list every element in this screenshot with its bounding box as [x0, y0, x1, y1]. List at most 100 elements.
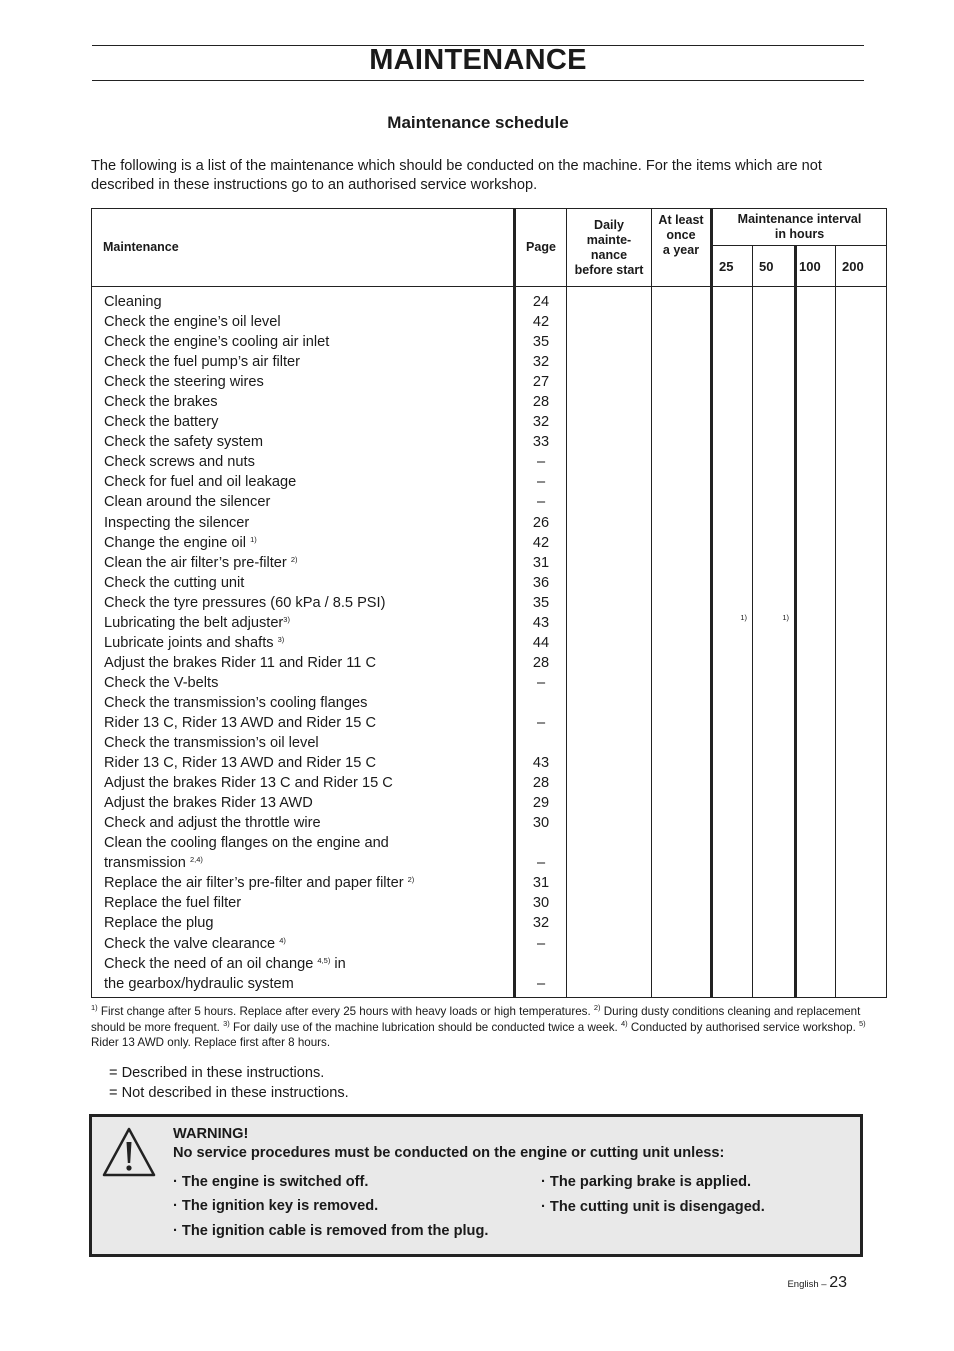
- maintenance-item: Check the steering wires: [104, 374, 264, 391]
- maintenance-item: Clean the air filter’s pre-filter 2): [104, 554, 298, 571]
- page-reference: –: [536, 714, 546, 731]
- page-reference: 28: [532, 394, 550, 411]
- maintenance-item: Check the cutting unit: [104, 574, 245, 591]
- year-column: [651, 286, 712, 998]
- maintenance-item: Cleaning: [104, 294, 162, 310]
- maintenance-item: Check the engine’s oil level: [104, 314, 281, 331]
- maintenance-item: Check and adjust the throttle wire: [104, 815, 321, 832]
- footnote-ref: 4,5): [317, 955, 331, 965]
- footnote-mark: 1): [782, 613, 789, 622]
- maintenance-item: Replace the air filter’s pre-filter and …: [104, 875, 415, 892]
- maintenance-item: transmission 2,4): [104, 855, 203, 872]
- maintenance-item: Change the engine oil 1): [104, 534, 257, 551]
- page-references: 24 42 35 32 27 28 32 33 – – – 26 42 31 36 35 43 44 28 – – 4…: [513, 286, 567, 998]
- intro-paragraph: The following is a list of the maintenan…: [91, 158, 822, 193]
- page-reference: 28: [532, 775, 550, 792]
- page-reference: 31: [532, 554, 550, 571]
- maintenance-item: Clean around the silencer: [104, 494, 271, 511]
- header-interval: Maintenance interval in hours: [710, 208, 887, 246]
- page-reference: 28: [532, 654, 550, 671]
- page-reference: 32: [532, 414, 550, 431]
- footnote-ref: 4): [279, 935, 286, 945]
- interval-200h-column: [835, 286, 887, 998]
- daily-column: [566, 286, 652, 998]
- maintenance-item: Lubricate joints and shafts 3): [104, 634, 285, 651]
- page-reference: –: [536, 494, 546, 511]
- page-footer: English – 23: [787, 1274, 847, 1292]
- page-reference: 42: [532, 314, 550, 331]
- maintenance-item: Check the transmission’s cooling flanges: [104, 694, 368, 711]
- page-reference: 30: [532, 895, 550, 912]
- title-underline: [92, 80, 864, 81]
- page-reference: [516, 693, 566, 713]
- page-reference: 33: [532, 434, 550, 451]
- page-reference: –: [536, 454, 546, 471]
- page-reference: –: [536, 474, 546, 491]
- maintenance-item: Check for fuel and oil leakage: [104, 474, 297, 491]
- maintenance-item: Check the brakes: [104, 394, 218, 411]
- page-reference: 31: [532, 875, 550, 892]
- section-title: Maintenance schedule: [387, 113, 569, 132]
- warning-item: · The ignition cable is removed from the…: [173, 1223, 489, 1239]
- page-title: MAINTENANCE: [369, 44, 587, 76]
- maintenance-schedule-table: Maintenance Page Daily mainte- nance bef…: [91, 208, 887, 998]
- footnotes: 1) First change after 5 hours. Replace a…: [91, 1003, 866, 1049]
- maintenance-item: Replace the plug: [104, 915, 214, 932]
- warning-item: · The parking brake is applied.: [541, 1174, 752, 1190]
- warning-triangle-icon: [102, 1127, 156, 1177]
- page-reference: 24: [532, 294, 550, 310]
- page-reference: 43: [532, 614, 550, 631]
- maintenance-item: Check the battery: [104, 414, 219, 431]
- header-page: Page: [513, 208, 567, 287]
- maintenance-item: Check the engine’s cooling air inlet: [104, 334, 330, 351]
- page-reference: [516, 733, 566, 753]
- maintenance-item: Adjust the brakes Rider 13 AWD: [104, 795, 313, 812]
- maintenance-item: Adjust the brakes Rider 11 and Rider 11 …: [104, 654, 377, 671]
- footnote-ref: 3): [277, 634, 285, 644]
- page-reference: 32: [532, 915, 550, 932]
- page-reference: 32: [532, 354, 550, 371]
- header-100h: 100: [794, 245, 836, 287]
- maintenance-item: Check the valve clearance 4): [104, 935, 286, 952]
- page-reference: 26: [532, 514, 550, 531]
- page-reference: 35: [532, 594, 550, 611]
- footnote-ref: 2): [290, 554, 298, 564]
- warning-item: · The cutting unit is disengaged.: [541, 1199, 765, 1215]
- footnote-ref: 2,4): [189, 855, 203, 865]
- maintenance-item: Check the V-belts: [104, 674, 219, 691]
- warning-heading: WARNING!: [173, 1126, 249, 1142]
- header-200h: 200: [835, 245, 887, 287]
- page-reference: [516, 833, 566, 853]
- maintenance-item: Check screws and nuts: [104, 454, 255, 471]
- maintenance-item: Adjust the brakes Rider 13 C and Rider 1…: [104, 775, 393, 792]
- header-50h: 50: [752, 245, 796, 287]
- footnote-mark: 1): [740, 613, 747, 622]
- header-daily: Daily mainte- nance before start: [566, 208, 652, 287]
- page-reference: –: [536, 855, 546, 872]
- interval-100h-column: [794, 286, 836, 998]
- table-body-row: Cleaning Check the engine’s oil level Chec…: [91, 286, 887, 998]
- footnote-ref: 2): [407, 875, 415, 885]
- maintenance-item: Rider 13 C, Rider 13 AWD and Rider 15 C: [104, 714, 376, 731]
- header-25h: 25: [710, 245, 753, 287]
- page-reference: 35: [532, 334, 550, 351]
- interval-25h-column: 1): [710, 286, 753, 998]
- warning-text: WARNING! No service procedures must be c…: [173, 1125, 724, 1163]
- page-reference: 42: [532, 534, 550, 551]
- page-reference: 27: [532, 374, 550, 391]
- header-once-a-year: At least once a year: [651, 208, 712, 287]
- warning-box: WARNING! No service procedures must be c…: [89, 1114, 863, 1257]
- page-reference: –: [536, 674, 546, 691]
- maintenance-item: Lubricating the belt adjuster3): [104, 614, 290, 631]
- interval-50h-column: 1): [752, 286, 796, 998]
- page-reference: 44: [532, 634, 550, 651]
- footnote-ref: 3): [283, 614, 290, 624]
- footnote-ref: 1): [250, 534, 257, 544]
- maintenance-item: the gearbox/hydraulic system: [104, 975, 294, 992]
- warning-lead: No service procedures must be conducted …: [173, 1145, 725, 1161]
- legend-not-described: = Not described in these instructions.: [109, 1084, 349, 1101]
- warning-item: · The engine is switched off.: [173, 1174, 369, 1190]
- legend-described: = Described in these instructions.: [109, 1065, 325, 1081]
- page-reference: 29: [532, 795, 550, 812]
- footer-language: English –: [787, 1279, 830, 1290]
